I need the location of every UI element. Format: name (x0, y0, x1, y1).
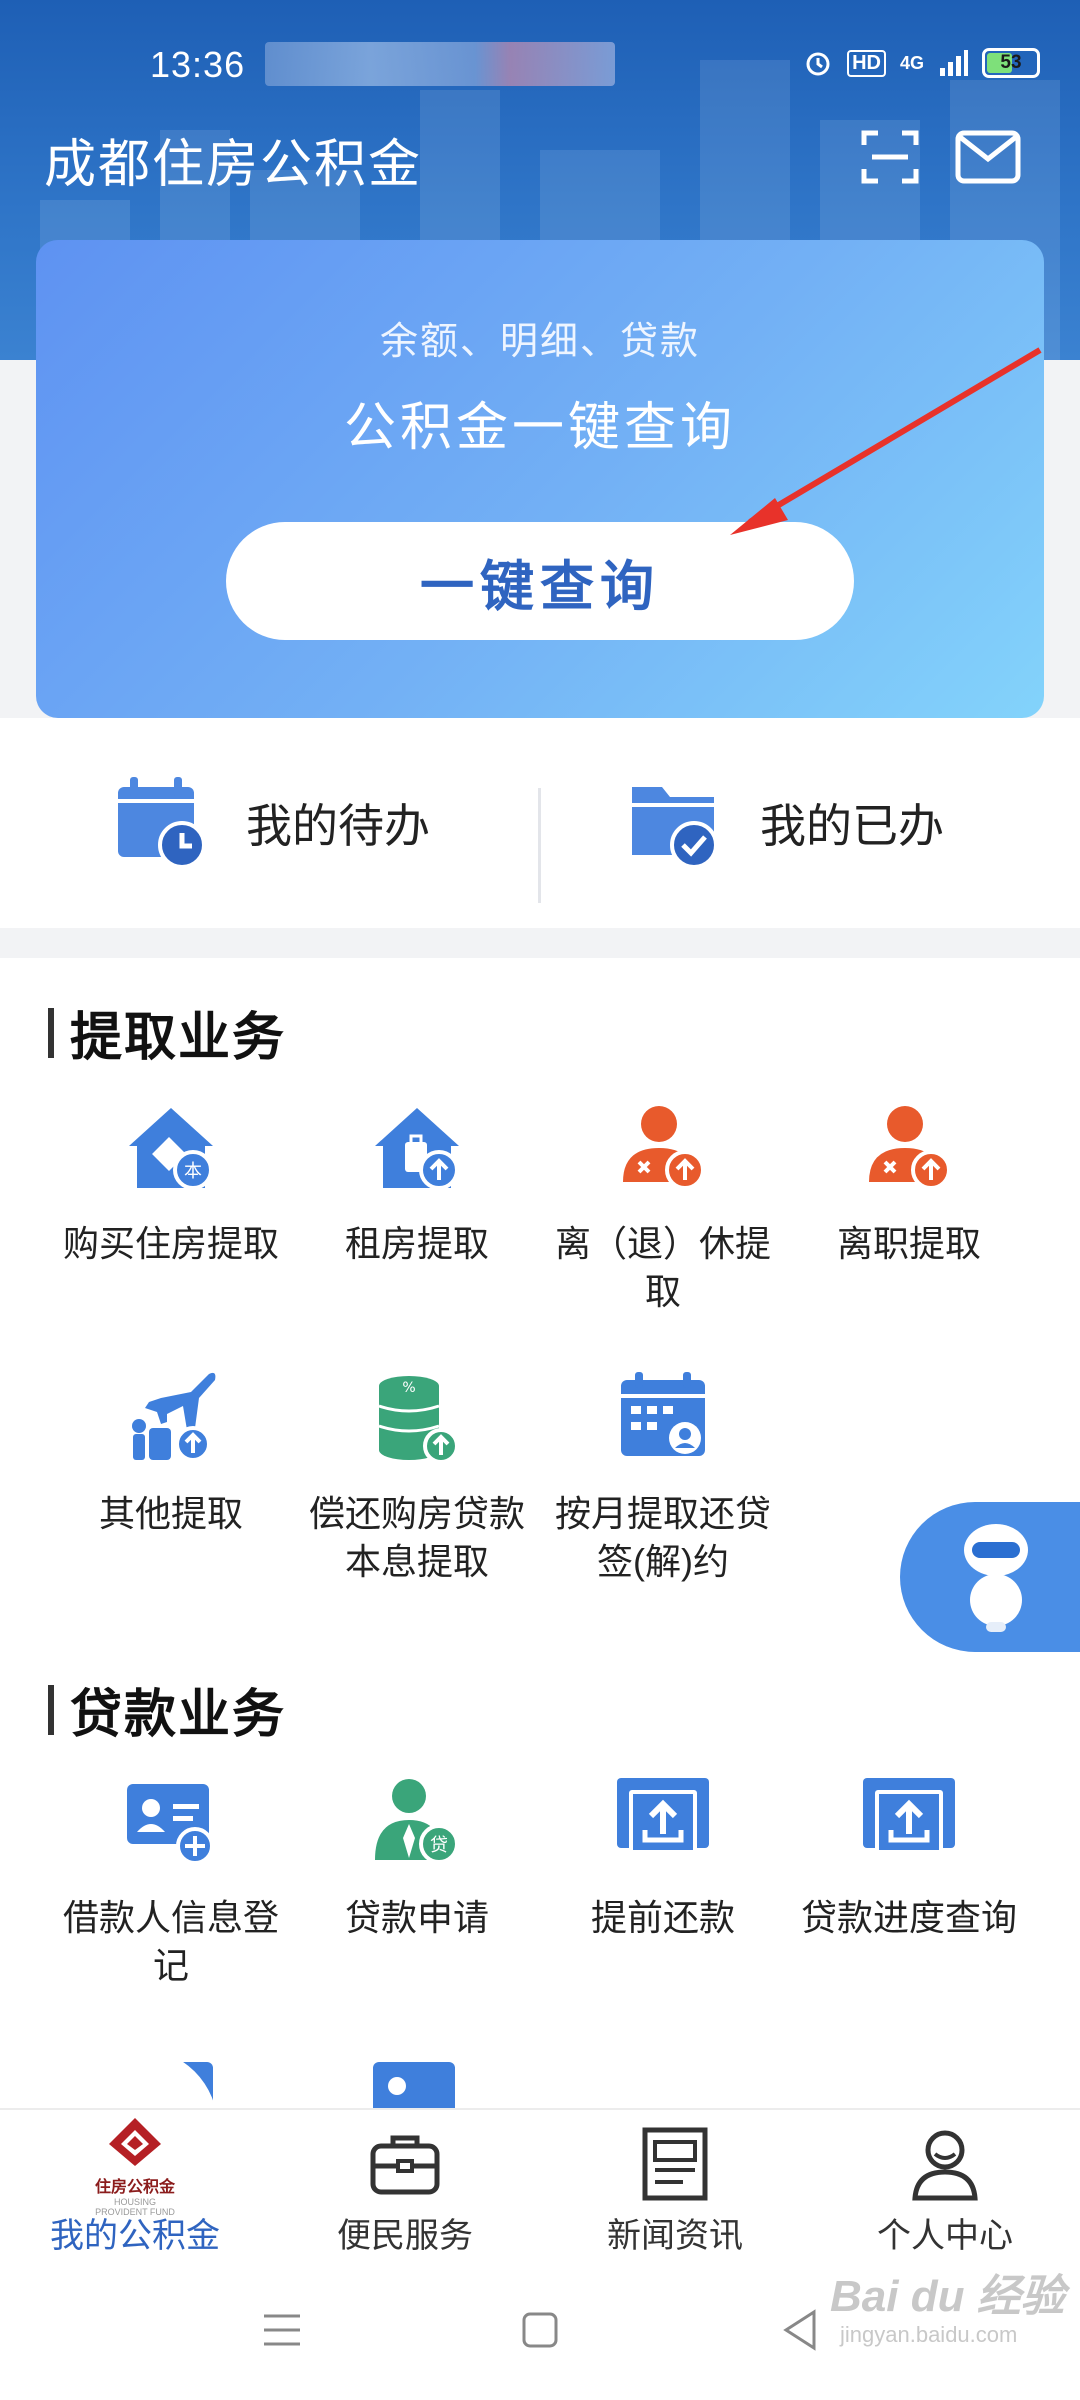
section-marker (48, 1007, 54, 1058)
withdraw-retire[interactable]: 离（退）休提取 (540, 1098, 786, 1316)
loan-section-title: 贷款业务 (70, 1686, 287, 1744)
loan-prepay[interactable]: 提前还款 (540, 1772, 786, 1942)
section-marker (48, 1684, 54, 1735)
upload-tray-icon (863, 1778, 955, 1854)
watermark: Bai du 经验 (830, 2272, 1065, 2321)
hd-badge: HD (847, 49, 886, 77)
logo-text: 住房公积金 (94, 2179, 175, 2196)
upload-tray-icon (617, 1778, 709, 1854)
battery-icon: 53 (982, 48, 1040, 78)
robot-icon (964, 1524, 1028, 1632)
loan-item-partial[interactable] (294, 2050, 540, 2108)
assistant-bot-button[interactable] (900, 1502, 1080, 1652)
briefcase-icon (370, 2135, 440, 2195)
battery-level: 53 (1000, 52, 1022, 73)
withdraw-rent-label: 租房提取 (344, 1223, 489, 1264)
red-arrow-annotation (730, 347, 1042, 535)
withdraw-resign[interactable]: 离职提取 (786, 1098, 1032, 1268)
svg-text:贷: 贷 (430, 1835, 448, 1856)
user-icon (912, 2130, 978, 2201)
folder-check-icon (632, 787, 718, 869)
house-document-icon: 本 (129, 1108, 213, 1190)
withdraw-monthly-sign-label: 按月提取还贷签(解)约 (554, 1493, 771, 1582)
nav-my-fund-label: 我的公积金 (50, 2217, 220, 2255)
signal-icon (940, 50, 968, 76)
alarm-icon (806, 52, 830, 76)
watermark-url: jingyan.baidu.com (840, 2322, 1018, 2347)
my-done-button[interactable]: 我的已办 (626, 768, 944, 878)
my-done-label: 我的已办 (760, 800, 944, 852)
back-icon[interactable] (780, 2308, 820, 2352)
fund-logo-icon: 住房公积金 HOUSING PROVIDENT FUND (90, 2116, 180, 2217)
menu-icon[interactable] (262, 2310, 302, 2350)
news-icon (642, 2127, 708, 2201)
withdraw-section-title: 提取业务 (70, 1009, 287, 1067)
nav-services[interactable]: 便民服务 (270, 2110, 540, 2270)
loan-borrower-register[interactable]: 借款人信息登记 (48, 1772, 294, 1990)
status-time: 13:36 (150, 44, 246, 85)
page-title: 成都住房公积金 (44, 136, 423, 194)
svg-text:%: % (402, 1380, 415, 1396)
status-icons: HD 4G 53 (803, 48, 1040, 78)
status-bar: 13:36 HD 4G 53 (0, 30, 1080, 100)
withdraw-retire-label: 离（退）休提取 (554, 1223, 771, 1312)
calendar-sign-icon (621, 1372, 705, 1456)
withdraw-monthly-sign[interactable]: 按月提取还贷签(解)约 (540, 1368, 786, 1586)
loan-section-header: 贷款业务 (48, 1672, 286, 1747)
withdraw-other[interactable]: 其他提取 (48, 1368, 294, 1538)
mail-icon (955, 130, 1021, 184)
withdraw-other-label: 其他提取 (98, 1493, 243, 1534)
nav-profile-label: 个人中心 (877, 2217, 1013, 2255)
withdraw-repay-loan-label: 偿还购房贷款本息提取 (308, 1493, 525, 1582)
person-retire-icon (623, 1106, 705, 1190)
person-resign-icon (869, 1106, 951, 1190)
withdraw-rent[interactable]: 租房提取 (294, 1098, 540, 1268)
withdraw-buy-house-label: 购买住房提取 (62, 1223, 279, 1264)
person-loan-icon: 贷 (375, 1779, 459, 1864)
loan-progress-query[interactable]: 贷款进度查询 (786, 1772, 1032, 1942)
id-card-add-icon (127, 1784, 214, 1865)
bottom-nav: 住房公积金 HOUSING PROVIDENT FUND 我的公积金 便民服务 … (0, 2108, 1080, 2268)
scan-button[interactable] (855, 122, 925, 192)
coins-icon: % (378, 1376, 459, 1464)
loan-borrower-register-label: 借款人信息登记 (62, 1897, 279, 1986)
my-todo-button[interactable]: 我的待办 (112, 768, 430, 878)
loan-progress-query-label: 贷款进度查询 (800, 1897, 1017, 1938)
withdraw-repay-loan[interactable]: % 偿还购房贷款本息提取 (294, 1368, 540, 1586)
nav-news[interactable]: 新闻资讯 (540, 2110, 810, 2270)
calendar-clock-icon (118, 777, 206, 869)
house-luggage-icon (375, 1108, 459, 1190)
travel-icon (132, 1372, 216, 1462)
my-todo-label: 我的待办 (246, 800, 430, 852)
todo-divider (538, 788, 541, 903)
loan-apply[interactable]: 贷 贷款申请 (294, 1772, 540, 1942)
nav-services-label: 便民服务 (337, 2217, 473, 2255)
loan-apply-label: 贷款申请 (344, 1897, 489, 1938)
todo-panel: 我的待办 我的已办 (0, 718, 1080, 928)
withdraw-section-header: 提取业务 (48, 995, 286, 1070)
notification-blur (265, 42, 615, 86)
home-icon[interactable] (520, 2310, 560, 2350)
withdraw-resign-label: 离职提取 (836, 1223, 981, 1264)
loan-prepay-label: 提前还款 (590, 1897, 735, 1938)
nav-news-label: 新闻资讯 (607, 2217, 743, 2255)
mail-button[interactable] (953, 122, 1023, 192)
svg-text:本: 本 (184, 1161, 202, 1182)
scan-icon (861, 130, 919, 184)
nav-my-fund[interactable]: 住房公积金 HOUSING PROVIDENT FUND 我的公积金 (0, 2110, 270, 2270)
id-card-icon (373, 2062, 455, 2108)
nav-profile[interactable]: 个人中心 (810, 2110, 1080, 2270)
withdraw-buy-house[interactable]: 本 购买住房提取 (48, 1098, 294, 1268)
signal-label: 4G (899, 52, 924, 73)
